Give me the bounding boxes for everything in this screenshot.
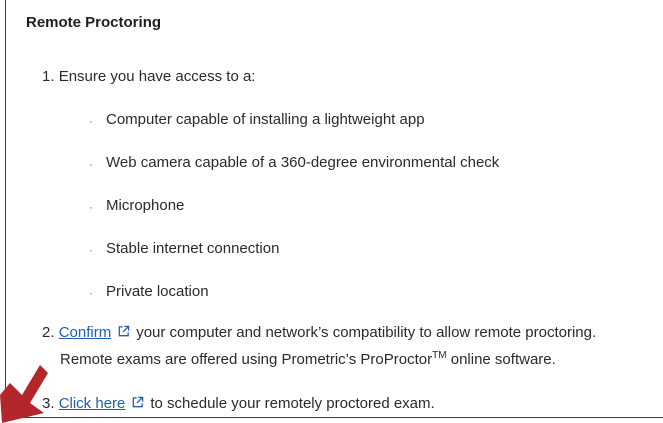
step-2-number: 2. <box>42 324 55 341</box>
bullet: · <box>89 286 93 300</box>
requirement-text: Computer capable of installing a lightwe… <box>106 111 425 128</box>
bullet: · <box>89 114 93 128</box>
bullet: · <box>89 243 93 257</box>
requirement-text: Stable internet connection <box>106 240 280 257</box>
section-title: Remote Proctoring <box>26 14 162 31</box>
step-1-number: 1. <box>42 68 55 85</box>
bullet: · <box>89 157 93 171</box>
remote-proctoring-panel: Remote Proctoring 1. Ensure you have acc… <box>5 0 663 418</box>
step-2-note-suffix: online software. <box>446 351 556 368</box>
click-here-link[interactable]: Click here <box>59 395 126 412</box>
step-1-text: Ensure you have access to a: <box>58 68 256 85</box>
confirm-link[interactable]: Confirm <box>59 324 112 341</box>
requirement-text: Private location <box>106 283 209 300</box>
step-3-text: to schedule your remotely proctored exam… <box>150 395 435 412</box>
step-2: 2. Confirm your computer and network’s co… <box>42 324 596 341</box>
step-2-note: Remote exams are offered using Prometric… <box>60 350 556 368</box>
trademark-mark: TM <box>432 350 447 361</box>
requirement-text: Microphone <box>106 197 185 214</box>
bullet: · <box>89 200 93 214</box>
external-link-icon[interactable] <box>131 396 144 409</box>
requirement-text: Web camera capable of a 360-degree envir… <box>106 154 500 171</box>
external-link-icon[interactable] <box>117 325 130 338</box>
step-2-text: your computer and network’s compatibilit… <box>136 324 597 341</box>
step-3: 3. Click here to schedule your remotely p… <box>42 395 435 412</box>
step-2-note-prefix: Remote exams are offered using Prometric… <box>60 351 433 368</box>
step-1: 1. Ensure you have access to a: <box>42 68 255 85</box>
arrow-icon <box>0 365 48 423</box>
